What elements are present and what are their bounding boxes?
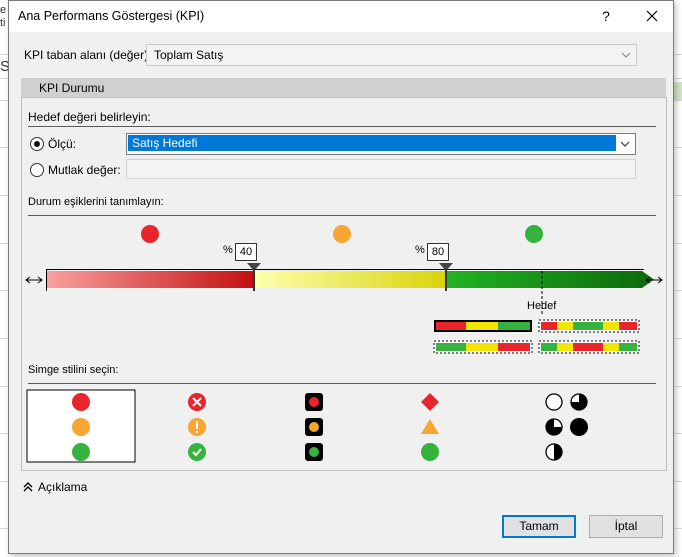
target-section-label: Hedef değeri belirleyin: xyxy=(28,110,151,124)
preset-peak[interactable] xyxy=(538,319,640,333)
yellow-zone xyxy=(254,271,446,288)
measure-dropdown[interactable]: Satış Hedefi xyxy=(126,133,636,155)
base-field-value: Toplam Satış xyxy=(154,48,224,62)
absolute-value-radio[interactable] xyxy=(30,163,44,177)
chevron-down-icon xyxy=(621,52,631,58)
threshold-slider[interactable] xyxy=(22,258,666,318)
status-red-indicator xyxy=(141,225,159,243)
absolute-value-label: Mutlak değer: xyxy=(48,163,121,177)
kpi-status-panel: Hedef değeri belirleyin: Ölçü: Satış Hed… xyxy=(21,97,667,471)
preset-valley[interactable] xyxy=(538,340,640,354)
divider xyxy=(28,126,656,127)
measure-label: Ölçü: xyxy=(48,137,77,151)
direction-presets xyxy=(433,319,640,354)
divider xyxy=(28,383,656,384)
title-bar[interactable]: Ana Performans Göstergesi (KPI) ? xyxy=(9,1,673,32)
status-green-indicator xyxy=(525,225,543,243)
status-orange-indicator xyxy=(333,225,351,243)
icon-style-symbols[interactable] xyxy=(188,393,206,461)
preset-ascending[interactable] xyxy=(434,320,532,332)
percent-symbol: % xyxy=(223,244,233,256)
base-field-label: KPI taban alanı (değer): xyxy=(24,48,152,62)
measure-value: Satış Hedefi xyxy=(128,135,616,151)
green-zone xyxy=(446,271,642,288)
icon-style-shapes[interactable] xyxy=(421,393,439,461)
measure-radio[interactable] xyxy=(30,137,44,151)
icon-style-circles[interactable] xyxy=(26,389,136,463)
absolute-value-input[interactable] xyxy=(126,159,636,179)
chevron-down-icon xyxy=(620,141,630,147)
target-marker-label: Hedef xyxy=(527,300,557,312)
percent-symbol: % xyxy=(415,244,425,256)
dialog-title: Ana Performans Göstergesi (KPI) xyxy=(18,9,205,23)
icon-style-quarters[interactable] xyxy=(545,393,588,461)
icon-style-section-label: Simge stilini seçin: xyxy=(28,364,119,376)
kpi-dialog: Ana Performans Göstergesi (KPI) ? KPI ta… xyxy=(8,0,674,554)
left-extend-arrow xyxy=(25,276,43,284)
close-button[interactable] xyxy=(640,5,664,27)
ok-button[interactable]: Tamam xyxy=(502,515,576,538)
divider xyxy=(28,215,656,216)
thresholds-section-label: Durum eşiklerini tanımlayın: xyxy=(28,196,164,208)
cancel-button[interactable]: İptal xyxy=(589,515,663,538)
base-field-dropdown[interactable]: Toplam Satış xyxy=(146,44,637,66)
tab-kpi-status[interactable]: KPI Durumu xyxy=(21,78,666,97)
red-zone xyxy=(47,271,254,288)
description-toggle-label: Açıklama xyxy=(38,480,88,494)
preset-descending[interactable] xyxy=(433,340,533,354)
slider-rail xyxy=(46,269,644,270)
help-button[interactable]: ? xyxy=(594,5,618,27)
right-extend-arrow xyxy=(645,276,663,284)
icon-style-traffic-lights[interactable] xyxy=(305,393,323,461)
double-chevron-up-icon xyxy=(23,482,33,492)
close-icon xyxy=(646,10,658,22)
tab-label: KPI Durumu xyxy=(39,81,105,95)
icon-style-options xyxy=(26,389,588,463)
